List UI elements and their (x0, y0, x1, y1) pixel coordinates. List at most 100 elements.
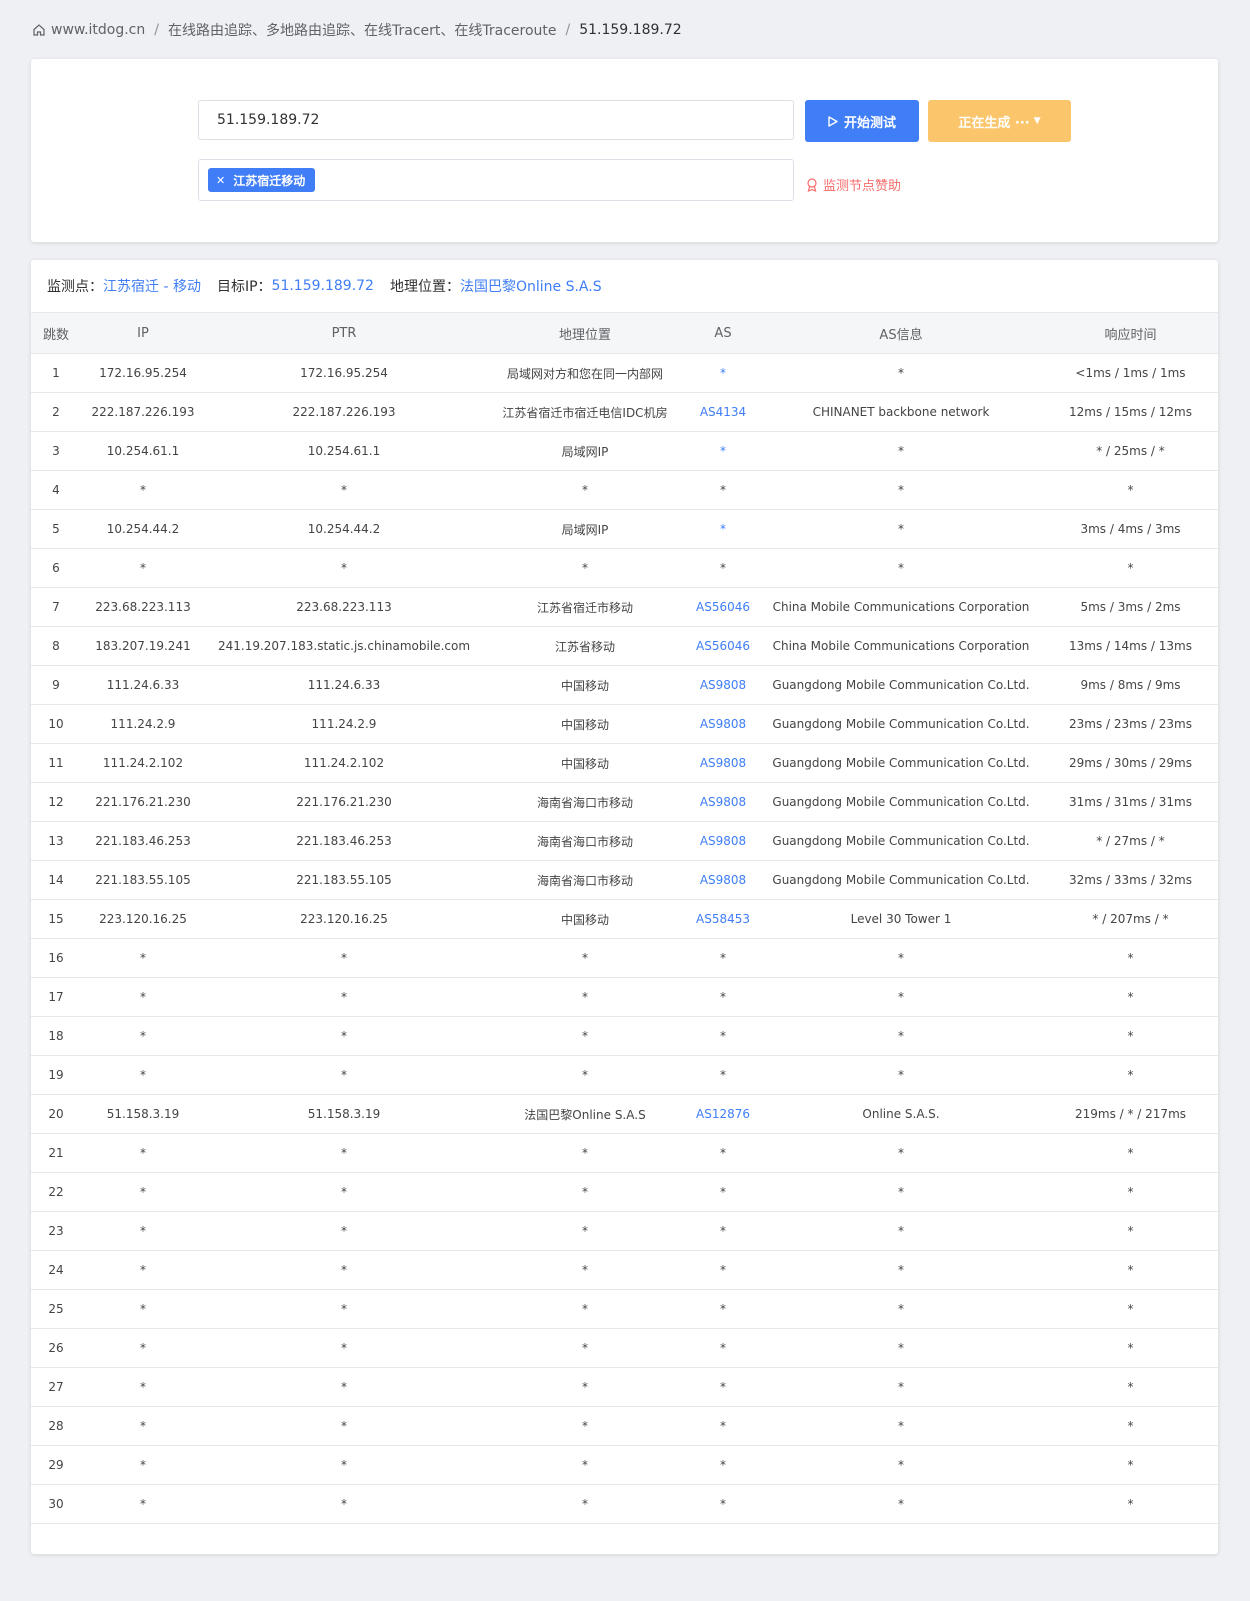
geo-cell: * (483, 1328, 687, 1368)
sponsor-link[interactable]: 监测节点赞助 (806, 175, 901, 194)
hop-cell: 28 (31, 1406, 81, 1446)
response-time-cell: <1ms / 1ms / 1ms (1043, 353, 1218, 393)
breadcrumb-home-link[interactable]: www.itdog.cn (51, 22, 145, 38)
as-cell[interactable]: AS9808 (687, 860, 759, 900)
as-info-cell: * (759, 1016, 1043, 1056)
ip-cell: 221.176.21.230 (81, 782, 205, 822)
ptr-cell: 111.24.2.9 (205, 704, 483, 744)
ptr-cell: * (205, 470, 483, 510)
as-cell: * (687, 1289, 759, 1329)
geo-cell: 江苏省移动 (483, 626, 687, 666)
ip-cell: 183.207.19.241 (81, 626, 205, 666)
as-cell: * (687, 977, 759, 1017)
hop-cell: 29 (31, 1445, 81, 1485)
hop-cell: 13 (31, 821, 81, 861)
target-ip-input[interactable] (198, 100, 794, 140)
breadcrumb-section-link[interactable]: 在线路由追踪、多地路由追踪、在线Tracert、在线Traceroute (168, 20, 557, 40)
as-cell[interactable]: AS9808 (687, 743, 759, 783)
ptr-cell: * (205, 1172, 483, 1212)
table-row: 24 * * * * * * (31, 1250, 1218, 1290)
geo-cell: * (483, 1211, 687, 1251)
table-row: 29 * * * * * * (31, 1445, 1218, 1485)
ip-cell: * (81, 938, 205, 978)
hop-cell: 24 (31, 1250, 81, 1290)
response-time-cell: 32ms / 33ms / 32ms (1043, 860, 1218, 900)
as-cell: * (687, 1016, 759, 1056)
as-cell: * (687, 1172, 759, 1212)
geo-cell: 海南省海口市移动 (483, 782, 687, 822)
ip-cell: * (81, 470, 205, 510)
ip-cell: * (81, 1484, 205, 1524)
breadcrumb-separator: / (154, 22, 159, 38)
generate-dropdown-button[interactable]: 正在生成 ··· ▼ (928, 100, 1071, 142)
as-cell[interactable]: AS9808 (687, 704, 759, 744)
as-info-cell: * (759, 431, 1043, 471)
geo-label: 地理位置： (389, 279, 460, 295)
breadcrumb-separator: / (565, 22, 571, 38)
as-cell[interactable]: AS58453 (687, 899, 759, 939)
as-cell: * (687, 1445, 759, 1485)
response-time-cell: * (1043, 470, 1218, 510)
hop-cell: 12 (31, 782, 81, 822)
ip-cell: 223.120.16.25 (81, 899, 205, 939)
geo-cell: 江苏省宿迁市宿迁电信IDC机房 (483, 392, 687, 432)
selected-node-tag: ✕ 江苏宿迁移动 (208, 168, 316, 192)
response-time-cell: 23ms / 23ms / 23ms (1043, 704, 1218, 744)
response-time-cell: * (1043, 1211, 1218, 1251)
table-row: 15 223.120.16.25 223.120.16.25 中国移动 AS58453 L… (31, 899, 1218, 939)
ptr-cell: 111.24.6.33 (205, 665, 483, 705)
as-info-cell: * (759, 1133, 1043, 1173)
table-row: 10 111.24.2.9 111.24.2.9 中国移动 AS9808 Guangdon… (31, 704, 1218, 744)
hop-cell: 15 (31, 899, 81, 939)
as-info-cell: * (759, 977, 1043, 1017)
as-cell[interactable]: * (687, 353, 759, 393)
ptr-cell: 172.16.95.254 (205, 353, 483, 393)
as-info-cell: * (759, 1289, 1043, 1329)
as-info-cell: * (759, 1328, 1043, 1368)
as-cell[interactable]: * (687, 431, 759, 471)
as-cell[interactable]: AS4134 (687, 392, 759, 432)
node-select[interactable]: ✕ 江苏宿迁移动 (198, 159, 794, 201)
response-time-cell: * (1043, 1289, 1218, 1329)
geo-cell: 中国移动 (483, 899, 687, 939)
column-header: AS信息 (759, 312, 1043, 354)
table-row: 28 * * * * * * (31, 1406, 1218, 1446)
as-cell[interactable]: * (687, 509, 759, 549)
as-cell[interactable]: AS12876 (687, 1094, 759, 1134)
start-test-button[interactable]: 开始测试 (805, 100, 919, 142)
table-row: 6 * * * * * * (31, 548, 1218, 588)
as-cell[interactable]: AS9808 (687, 821, 759, 861)
as-info-cell: * (759, 1367, 1043, 1407)
as-info-cell: * (759, 938, 1043, 978)
as-info-cell: Guangdong Mobile Communication Co.Ltd. (759, 782, 1043, 822)
table-row: 7 223.68.223.113 223.68.223.113 江苏省宿迁市移动 AS5… (31, 587, 1218, 627)
as-info-cell: CHINANET backbone network (759, 392, 1043, 432)
ptr-cell: 51.158.3.19 (205, 1094, 483, 1134)
as-cell[interactable]: AS56046 (687, 587, 759, 627)
response-time-cell: * (1043, 1484, 1218, 1524)
hop-cell: 7 (31, 587, 81, 627)
as-cell[interactable]: AS56046 (687, 626, 759, 666)
target-label: 目标IP： (216, 279, 272, 295)
response-time-cell: 219ms / * / 217ms (1043, 1094, 1218, 1134)
as-info-cell: Guangdong Mobile Communication Co.Ltd. (759, 860, 1043, 900)
response-time-cell: * / 25ms / * (1043, 431, 1218, 471)
column-header: IP (81, 312, 205, 354)
as-info-cell: Guangdong Mobile Communication Co.Ltd. (759, 821, 1043, 861)
ptr-cell: * (205, 1328, 483, 1368)
as-cell[interactable]: AS9808 (687, 665, 759, 705)
hop-cell: 10 (31, 704, 81, 744)
tag-close-icon[interactable]: ✕ (216, 174, 225, 187)
ip-cell: * (81, 1172, 205, 1212)
geo-cell: 中国移动 (483, 704, 687, 744)
geo-cell: * (483, 1484, 687, 1524)
hop-cell: 9 (31, 665, 81, 705)
ptr-cell: * (205, 1406, 483, 1446)
as-cell[interactable]: AS9808 (687, 782, 759, 822)
ip-cell: * (81, 1328, 205, 1368)
traceroute-table: 跳数 IP PTR 地理位置 AS AS信息 响应时间 1 172.16.95.2… (31, 312, 1218, 1524)
ip-cell: 221.183.46.253 (81, 821, 205, 861)
ip-cell: * (81, 977, 205, 1017)
geo-cell: * (483, 470, 687, 510)
table-row: 25 * * * * * * (31, 1289, 1218, 1329)
